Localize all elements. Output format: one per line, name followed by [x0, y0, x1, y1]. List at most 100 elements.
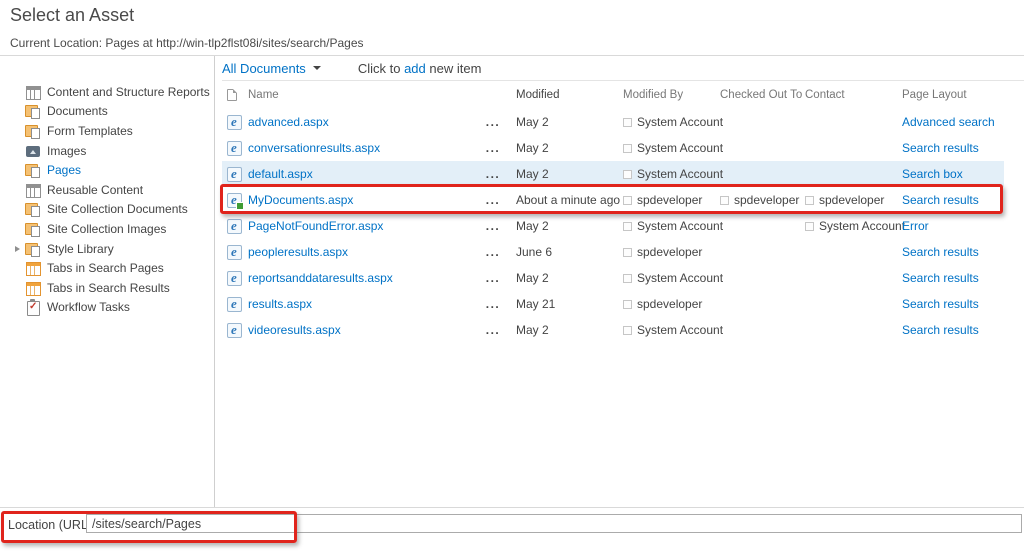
page-layout-link[interactable]: Advanced search	[902, 115, 995, 129]
column-header-checked-out-to[interactable]: Checked Out To	[720, 89, 805, 101]
view-selector-dropdown[interactable]: All Documents	[222, 61, 321, 76]
column-header-page-layout[interactable]: Page Layout	[902, 89, 1002, 101]
sidebar-item-label: Tabs in Search Pages	[47, 261, 164, 276]
sidebar-item-reusable-content[interactable]: Reusable Content	[0, 180, 214, 200]
expand-arrow-icon[interactable]	[13, 126, 25, 136]
column-header-contact[interactable]: Contact	[805, 89, 902, 101]
page-layout-link[interactable]: Search box	[902, 167, 963, 181]
page-name-link[interactable]: conversationresults.aspx	[248, 141, 380, 155]
modified-by-cell: spdeveloper	[623, 245, 720, 259]
page-layout-link[interactable]: Search results	[902, 323, 979, 337]
expand-arrow-icon[interactable]	[13, 224, 25, 234]
presence-checkbox-icon[interactable]	[623, 299, 632, 309]
page-name-link[interactable]: results.aspx	[248, 297, 312, 311]
page-name-link[interactable]: peopleresults.aspx	[248, 245, 348, 259]
library-icon	[25, 201, 41, 218]
modified-cell: May 2	[516, 219, 549, 233]
sidebar-item-site-collection-documents[interactable]: Site Collection Documents	[0, 200, 214, 220]
presence-checkbox-icon[interactable]	[623, 221, 632, 231]
sidebar-item-workflow-tasks[interactable]: Workflow Tasks	[0, 298, 214, 318]
page-layout-link[interactable]: Search results	[902, 245, 979, 259]
sidebar-item-style-library[interactable]: Style Library	[0, 239, 214, 259]
page-name-link[interactable]: advanced.aspx	[248, 115, 329, 129]
expand-arrow-icon[interactable]	[13, 185, 25, 195]
presence-checkbox-icon[interactable]	[623, 325, 632, 335]
library-icon	[25, 162, 41, 179]
presence-checkbox-icon[interactable]	[805, 221, 814, 231]
table-row[interactable]: peopleresults.aspx ... June 6 spdevelope…	[222, 239, 1004, 265]
presence-checkbox-icon[interactable]	[623, 169, 632, 179]
add-new-item: Click to add new item	[358, 61, 482, 76]
table-row[interactable]: videoresults.aspx ... May 2 System Accou…	[222, 317, 1004, 343]
expand-arrow-icon[interactable]	[13, 87, 25, 97]
expand-arrow-icon[interactable]	[13, 283, 25, 293]
annotation-box-row	[220, 184, 1003, 214]
document-table-body: advanced.aspx ... May 2 System Account A…	[222, 109, 1024, 343]
row-menu-ellipsis[interactable]: ...	[470, 271, 516, 285]
sidebar-item-pages[interactable]: Pages	[0, 160, 214, 180]
sidebar-item-label: Images	[47, 143, 87, 158]
table-row[interactable]: advanced.aspx ... May 2 System Account A…	[222, 109, 1004, 135]
sidebar-item-site-collection-images[interactable]: Site Collection Images	[0, 219, 214, 239]
row-menu-ellipsis[interactable]: ...	[470, 219, 516, 233]
modified-by-cell: System Account	[623, 141, 723, 155]
page-name-link[interactable]: videoresults.aspx	[248, 323, 341, 337]
page-title: Select an Asset	[10, 5, 135, 25]
expand-arrow-icon[interactable]	[13, 263, 25, 273]
column-header-name[interactable]: Name	[248, 89, 470, 101]
add-link[interactable]: add	[404, 61, 426, 76]
table-row[interactable]: PageNotFoundError.aspx ... May 2 System …	[222, 213, 1004, 239]
sidebar-item-tabs-in-search-pages[interactable]: Tabs in Search Pages	[0, 258, 214, 278]
page-layout-link[interactable]: Search results	[902, 271, 979, 285]
page-layout-link[interactable]: Search results	[902, 141, 979, 155]
library-icon	[25, 221, 41, 237]
page-layout-link[interactable]: Error	[902, 219, 929, 233]
row-menu-ellipsis[interactable]: ...	[470, 323, 516, 337]
sidebar-item-content-and-structure-reports[interactable]: Content and Structure Reports	[0, 82, 214, 102]
sidebar-item-documents[interactable]: Documents	[0, 102, 214, 122]
row-menu-ellipsis[interactable]: ...	[470, 115, 516, 129]
library-icon	[25, 241, 41, 257]
aspx-page-icon	[227, 244, 242, 260]
table-row[interactable]: reportsanddataresults.aspx ... May 2 Sys…	[222, 265, 1004, 291]
row-menu-ellipsis[interactable]: ...	[470, 167, 516, 181]
page-name-link[interactable]: reportsanddataresults.aspx	[248, 271, 393, 285]
modified-cell: May 2	[516, 141, 549, 155]
sidebar-item-form-templates[interactable]: Form Templates	[0, 121, 214, 141]
page-name-link[interactable]: PageNotFoundError.aspx	[248, 219, 383, 233]
expand-arrow-icon[interactable]	[13, 244, 25, 254]
orange-table-icon	[25, 260, 41, 277]
modified-cell: May 2	[516, 271, 549, 285]
row-menu-ellipsis[interactable]: ...	[470, 245, 516, 259]
expand-arrow-icon[interactable]	[13, 106, 25, 116]
page-layout-link[interactable]: Search results	[902, 297, 979, 311]
modified-cell: June 6	[516, 245, 553, 259]
library-icon	[25, 123, 41, 139]
column-header-modified[interactable]: Modified	[516, 89, 623, 101]
presence-checkbox-icon[interactable]	[623, 273, 632, 283]
table-row[interactable]: results.aspx ... May 21 spdeveloper Sear…	[222, 291, 1004, 317]
row-menu-ellipsis[interactable]: ...	[470, 141, 516, 155]
chevron-down-icon	[312, 66, 321, 70]
row-menu-ellipsis[interactable]: ...	[470, 297, 516, 311]
expand-arrow-icon[interactable]	[13, 146, 25, 156]
view-selector-label: All Documents	[222, 60, 306, 76]
modified-by-cell: spdeveloper	[623, 297, 720, 311]
table-row[interactable]: conversationresults.aspx ... May 2 Syste…	[222, 135, 1004, 161]
expand-arrow-icon[interactable]	[13, 302, 25, 312]
sidebar-item-label: Pages	[47, 163, 82, 178]
tasks-icon	[25, 299, 41, 317]
sidebar-item-images[interactable]: Images	[0, 141, 214, 161]
sidebar-item-tabs-in-search-results[interactable]: Tabs in Search Results	[0, 278, 214, 298]
presence-checkbox-icon[interactable]	[623, 143, 632, 153]
modified-by-cell: System Account	[623, 219, 723, 233]
expand-arrow-icon[interactable]	[13, 165, 25, 175]
table-icon	[25, 182, 41, 198]
presence-checkbox-icon[interactable]	[623, 247, 632, 257]
presence-checkbox-icon[interactable]	[623, 117, 632, 127]
expand-arrow-icon[interactable]	[13, 204, 25, 214]
modified-cell: May 2	[516, 323, 549, 337]
add-prefix-text: Click to	[357, 60, 401, 76]
page-name-link[interactable]: default.aspx	[248, 167, 313, 181]
column-header-modified-by[interactable]: Modified By	[623, 89, 720, 101]
